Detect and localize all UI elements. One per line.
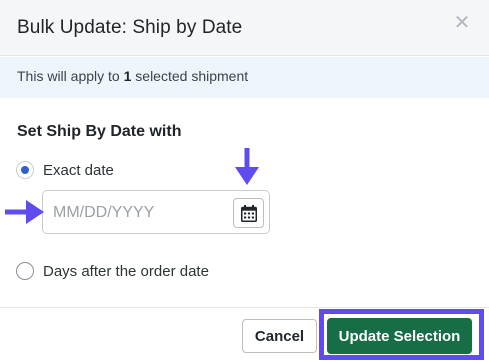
info-suffix: selected shipment [131, 68, 249, 84]
radio-button-unchecked[interactable] [16, 262, 34, 280]
date-field [42, 190, 270, 234]
close-icon[interactable]: ✕ [453, 12, 471, 34]
dialog-title: Bulk Update: Ship by Date [17, 17, 243, 38]
radio-button-checked[interactable] [16, 161, 34, 179]
arrow-down-annotation [235, 148, 259, 185]
radio-label-days-after: Days after the order date [43, 262, 209, 280]
section-title: Set Ship By Date with [17, 123, 182, 140]
bulk-update-dialog: Bulk Update: Ship by Date ✕ This will ap… [0, 0, 489, 362]
calendar-icon [241, 205, 257, 222]
dialog-header: Bulk Update: Ship by Date ✕ [0, 0, 489, 56]
update-selection-button[interactable]: Update Selection [327, 318, 472, 354]
arrow-right-annotation [5, 200, 44, 224]
date-input[interactable] [53, 202, 223, 224]
cancel-button[interactable]: Cancel [242, 319, 317, 353]
radio-days-after-order[interactable]: Days after the order date [16, 262, 209, 280]
info-prefix: This will apply to [17, 68, 124, 84]
radio-label-exact-date: Exact date [43, 161, 114, 179]
radio-exact-date[interactable]: Exact date [16, 161, 114, 179]
calendar-button[interactable] [233, 198, 264, 228]
info-banner: This will apply to 1 selected shipment [0, 57, 489, 98]
